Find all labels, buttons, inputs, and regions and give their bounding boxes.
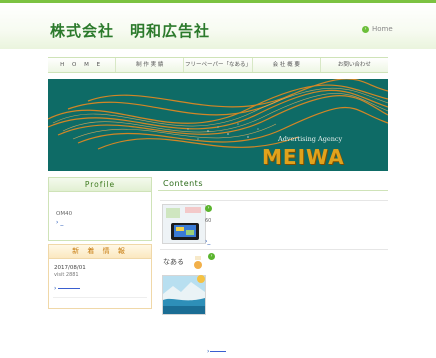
news-link-underline [58, 288, 81, 289]
bullet-icon: › [54, 285, 57, 292]
arrow-right-icon: › [362, 25, 369, 33]
home-link-label: Home [372, 25, 393, 33]
visit-counter: visit 2881 [54, 272, 79, 278]
free-paper-label: なある [163, 258, 184, 266]
content-link-label: _ [207, 238, 211, 245]
home-link[interactable]: › Home [362, 25, 393, 33]
profile-text: OM40 [56, 211, 73, 217]
site-header: 株式会社 明和広告社 › Home [0, 3, 436, 49]
banner-tagline: Advertising Agency [278, 135, 343, 143]
nav-contact[interactable]: お問い合わせ [321, 58, 388, 72]
badge-icon [197, 275, 205, 283]
nav-company[interactable]: 会 社 概 要 [253, 58, 321, 72]
news-date: 2017/08/01 [54, 265, 86, 271]
divider [160, 249, 388, 250]
arrow-right-icon: › [205, 205, 212, 212]
footer-link[interactable]: › [207, 348, 227, 355]
news-box: 新 着 情 報 2017/08/01 visit 2881 › [48, 244, 152, 309]
footer-link-underline [210, 351, 227, 352]
divider [53, 297, 147, 298]
nav-home[interactable]: H O M E [48, 58, 117, 72]
hero-banner: Advertising Agency MEIWA [48, 79, 388, 171]
mascot-icon [192, 254, 204, 272]
nav-works[interactable]: 制 作 実 績 [116, 58, 185, 72]
arrow-right-icon: › [208, 253, 215, 260]
content-thumbnail-tablet[interactable] [162, 204, 206, 244]
news-title: 新 着 情 報 [49, 245, 151, 259]
company-name[interactable]: 株式会社 明和広告社 [50, 20, 210, 41]
profile-title: Profile [49, 178, 151, 192]
bullet-icon: › [207, 348, 210, 355]
content-meta: 60 [205, 218, 212, 224]
contents-title: Contents [158, 177, 388, 191]
nav-free-paper[interactable]: フリーペーパー「なある」 [184, 58, 253, 72]
news-link[interactable]: › [54, 285, 81, 292]
profile-link-label: _ [60, 219, 64, 226]
tablet-illustration [163, 205, 205, 243]
profile-box: Profile OM40 › _ [48, 177, 152, 241]
banner-logo: MEIWA [262, 145, 345, 169]
bullet-icon: › [56, 219, 59, 226]
profile-link[interactable]: › _ [56, 219, 63, 226]
content-link[interactable]: ›_ [205, 238, 210, 245]
divider [160, 200, 388, 201]
main-nav: H O M E 制 作 実 績 フリーペーパー「なある」 会 社 概 要 お問い… [48, 57, 388, 73]
